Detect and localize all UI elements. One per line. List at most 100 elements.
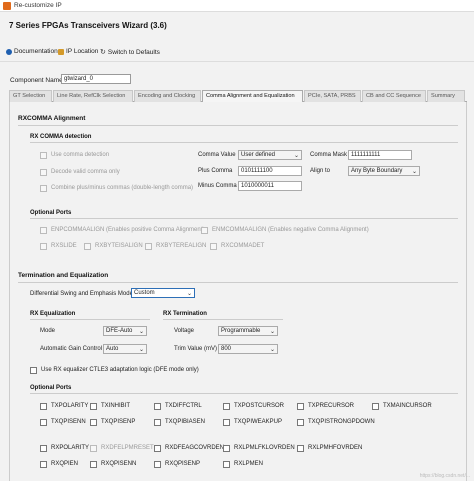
comma-value-label: Comma Value	[198, 152, 236, 158]
port-checkbox[interactable]	[223, 403, 230, 410]
combine-checkbox[interactable]	[40, 185, 47, 192]
tab-encoding[interactable]: Encoding and Clocking	[134, 90, 201, 102]
port-label: TXQPISENN	[51, 419, 86, 425]
ctle3-label: Use RX equalizer CTLE3 adaptation logic …	[41, 367, 199, 373]
comma-mask-input[interactable]: 1111111111	[348, 150, 412, 160]
tab-pcie[interactable]: PCIe, SATA, PRBS	[304, 90, 361, 102]
minus-comma-input[interactable]: 1010000011	[238, 181, 302, 191]
port-checkbox[interactable]	[223, 461, 230, 468]
chevron-down-icon: ⌄	[186, 291, 192, 297]
tab-summary[interactable]: Summary	[427, 90, 465, 102]
divider	[18, 282, 458, 283]
plus-comma-input[interactable]: 0101111100	[238, 166, 302, 176]
port-label: RXDFELPMRESET	[101, 445, 154, 451]
switch-defaults-link[interactable]: ↻ Switch to Defaults	[100, 48, 160, 57]
port-label: ENMCOMMAALIGN (Enables negative Comma Al…	[212, 227, 369, 233]
decode-only-label: Decode valid comma only	[51, 169, 120, 175]
port-label: TXPOLARITY	[51, 403, 89, 409]
port-label: RXPOLARITY	[51, 445, 90, 451]
refresh-icon: ↻	[100, 49, 106, 56]
tab-cb-cc[interactable]: CB and CC Sequence	[362, 90, 426, 102]
comma-mask-label: Comma Mask	[310, 152, 348, 158]
port-checkbox[interactable]	[154, 461, 161, 468]
rx-comma-detection-title: RX COMMA detection	[30, 134, 92, 140]
combine-label: Combine plus/minus commas (double-length…	[51, 185, 194, 191]
ip-location-link[interactable]: IP Location	[58, 48, 98, 55]
port-checkbox[interactable]	[90, 419, 97, 426]
port-label: RXQPISENN	[101, 461, 137, 467]
align-to-label: Align to	[310, 168, 331, 174]
port-label: TXQPIBIASEN	[165, 419, 206, 425]
trim-select[interactable]: 800 ⌄	[218, 344, 278, 354]
port-checkbox[interactable]	[40, 227, 47, 234]
component-name-input[interactable]: gtwizard_0	[61, 74, 131, 84]
decode-only-checkbox[interactable]	[40, 169, 47, 176]
port-checkbox[interactable]	[90, 461, 97, 468]
ctle3-checkbox[interactable]	[30, 367, 37, 374]
port-label: RXBYTEREALIGN	[156, 243, 207, 249]
port-checkbox[interactable]	[372, 403, 379, 410]
divider	[30, 393, 458, 394]
port-checkbox[interactable]	[40, 403, 47, 410]
port-label: TXQPIWEAKPUP	[234, 419, 283, 425]
divider	[30, 218, 458, 219]
rxcomma-section-title: RXCOMMA Alignment	[18, 115, 86, 122]
port-checkbox[interactable]	[40, 445, 47, 452]
port-label: RXLPMHFOVRDEN	[308, 445, 363, 451]
port-label: RXQPIEN	[51, 461, 79, 467]
port-label: TXMAINCURSOR	[383, 403, 432, 409]
port-checkbox[interactable]	[154, 419, 161, 426]
mode-select[interactable]: DFE-Auto ⌄	[103, 326, 147, 336]
chevron-down-icon: ⌄	[411, 169, 417, 175]
port-label: TXINHIBIT	[101, 403, 131, 409]
port-checkbox[interactable]	[297, 403, 304, 410]
comma-value-select[interactable]: User defined ⌄	[238, 150, 302, 160]
port-label: TXQPISTRONGPDOWN	[308, 419, 375, 425]
agc-select[interactable]: Auto ⌄	[103, 344, 147, 354]
port-checkbox[interactable]	[40, 419, 47, 426]
chevron-down-icon: ⌄	[269, 347, 275, 353]
component-name-label: Component Name	[10, 77, 63, 84]
port-checkbox[interactable]	[40, 461, 47, 468]
rx-termination-title: RX Termination	[163, 311, 207, 317]
agc-label: Automatic Gain Control	[40, 346, 103, 352]
mode-label: Mode	[40, 328, 56, 334]
folder-icon	[58, 48, 64, 55]
divider	[163, 319, 283, 320]
wizard-title: 7 Series FPGAs Transceivers Wizard (3.6)	[9, 21, 167, 30]
port-checkbox[interactable]	[223, 419, 230, 426]
tab-line-rate[interactable]: Line Rate, RefClk Selection	[53, 90, 133, 102]
port-label: RXBYTEISALIGN	[95, 243, 143, 249]
info-icon	[6, 48, 12, 55]
use-comma-label: Use comma detection	[51, 152, 110, 158]
swing-select[interactable]: Custom ⌄	[131, 288, 195, 298]
minus-comma-label: Minus Comma	[198, 183, 237, 189]
voltage-select[interactable]: Programmable ⌄	[218, 326, 278, 336]
documentation-link[interactable]: Documentation	[6, 48, 58, 55]
port-label: RXSLIDE	[51, 243, 77, 249]
port-checkbox[interactable]	[90, 403, 97, 410]
tab-comma-alignment[interactable]: Comma Alignment and Equalization	[202, 90, 303, 102]
port-checkbox[interactable]	[154, 445, 161, 452]
port-checkbox[interactable]	[154, 403, 161, 410]
vivado-logo-icon	[3, 2, 11, 10]
tab-gt-selection[interactable]: GT Selection	[9, 90, 52, 102]
port-checkbox[interactable]	[40, 243, 47, 250]
port-checkbox[interactable]	[223, 445, 230, 452]
port-checkbox[interactable]	[90, 445, 97, 452]
rx-equalization-title: RX Equalization	[30, 311, 76, 317]
voltage-label: Voltage	[174, 328, 195, 334]
title-bar	[0, 0, 474, 12]
watermark: https://blog.csdn.net/...	[419, 473, 470, 479]
port-checkbox[interactable]	[145, 243, 152, 250]
chevron-down-icon: ⌄	[138, 329, 144, 335]
align-to-select[interactable]: Any Byte Boundary ⌄	[348, 166, 420, 176]
plus-comma-label: Plus Comma	[198, 168, 233, 174]
port-checkbox[interactable]	[297, 445, 304, 452]
port-checkbox[interactable]	[201, 227, 208, 234]
port-checkbox[interactable]	[297, 419, 304, 426]
port-checkbox[interactable]	[210, 243, 217, 250]
port-checkbox[interactable]	[84, 243, 91, 250]
use-comma-checkbox[interactable]	[40, 152, 47, 159]
optional-ports-title: Optional Ports	[30, 210, 72, 216]
